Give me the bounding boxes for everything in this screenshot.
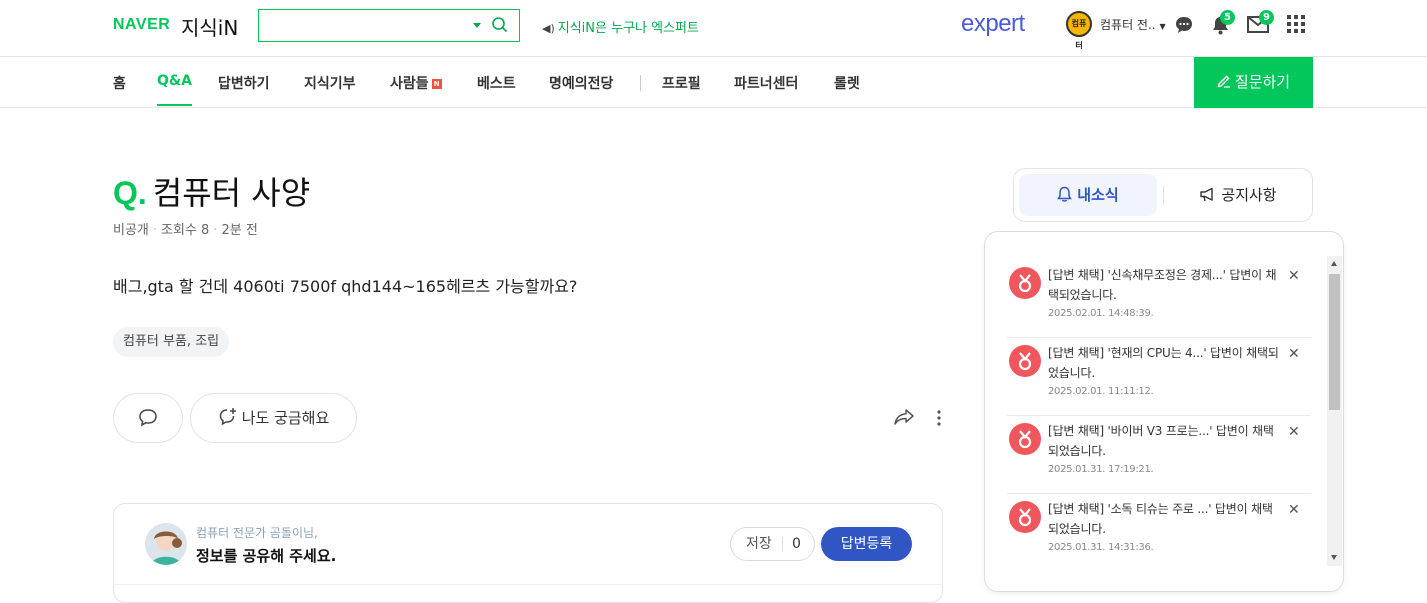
bell-outline-icon (1057, 186, 1073, 202)
save-count: 0 (792, 536, 801, 552)
panel-scrollbar[interactable] (1327, 256, 1342, 566)
nav-best[interactable]: 베스트 (477, 73, 516, 93)
nav-qna[interactable]: Q&A (157, 73, 192, 106)
notice-link[interactable]: ◀) 지식iN은 누구나 엑스퍼트 (542, 17, 699, 36)
main-nav: 홈 Q&A 답변하기 지식기부 사람들 N 베스트 명예의전당 프로필 파트너센터… (0, 57, 1427, 108)
notification-text: [답변 채택] '현재의 CPU는 4...' 답변이 채택되었습니다. (1048, 346, 1279, 380)
notification-item[interactable]: [답변 채택] '소독 티슈는 주로 ...' 답변이 채택되었습니다. 202… (1007, 494, 1305, 572)
tab-my-news[interactable]: 내소식 (1019, 174, 1157, 216)
new-badge: N (431, 79, 442, 89)
submit-answer-button[interactable]: 답변등록 (821, 527, 912, 561)
question-meta: 비공개 · 조회수 8 · 2분 전 (113, 223, 258, 238)
comment-icon (139, 409, 157, 427)
card-divider (114, 584, 942, 585)
username-text: 컴퓨터 전.. (1100, 18, 1156, 32)
question-views: 조회수 8 (161, 223, 210, 238)
nav-people[interactable]: 사람들 N (390, 73, 442, 93)
comment-button[interactable] (113, 393, 183, 443)
kin-logo[interactable]: 지식iN (181, 12, 238, 41)
notification-item[interactable]: [답변 채택] '바이버 V3 프로는...' 답변이 채택되었습니다. 202… (1007, 416, 1311, 494)
notification-text: [답변 채택] '바이버 V3 프로는...' 답변이 채택되었습니다. (1048, 424, 1274, 458)
notification-time: 2025.02.01. 14:48:39. (1048, 308, 1154, 319)
notice-text: 지식iN은 누구나 엑스퍼트 (557, 21, 699, 36)
nav-home[interactable]: 홈 (113, 73, 126, 93)
tab-my-news-label: 내소식 (1077, 186, 1119, 204)
pencil-icon (1217, 75, 1230, 88)
megaphone-icon (1200, 187, 1214, 202)
answer-prompt-card: 컴퓨터 전문가 곰돌이님, 정보를 공유해 주세요. 저장 0 답변등록 (113, 503, 943, 603)
chat-icon[interactable] (1174, 15, 1194, 39)
answer-prompt-text: 정보를 공유해 주세요. (196, 547, 337, 565)
answer-prompt-subtitle: 컴퓨터 전문가 곰돌이님, (196, 526, 318, 540)
category-tag[interactable]: 컴퓨터 부품, 조립 (113, 327, 230, 357)
search-box (258, 9, 520, 42)
curious-label: 나도 궁금해요 (241, 409, 330, 427)
more-options-icon[interactable] (936, 410, 942, 430)
expert-avatar (145, 523, 187, 565)
close-icon[interactable]: ✕ (1288, 502, 1300, 518)
notification-item[interactable]: [답변 채택] '신속채무조정은 경제...' 답변이 채택되었습니다. 202… (1007, 260, 1311, 338)
adopted-answer-icon (1009, 267, 1041, 299)
adopted-answer-icon (1009, 501, 1041, 533)
username-menu[interactable]: 컴퓨터 전.. ▼ (1100, 16, 1166, 33)
side-tabs: 내소식 공지사항 (1013, 168, 1313, 222)
save-label: 저장 (746, 536, 772, 552)
question-title: Q. 컴퓨터 사양 (113, 168, 310, 214)
ask-button-label: 질문하기 (1234, 73, 1291, 91)
adopted-answer-icon (1009, 423, 1041, 455)
curious-button[interactable]: 나도 궁금해요 (190, 393, 357, 443)
notification-text: [답변 채택] '신속채무조정은 경제...' 답변이 채택되었습니다. (1048, 268, 1277, 302)
speaker-icon: ◀) (542, 22, 555, 35)
close-icon[interactable]: ✕ (1288, 424, 1300, 440)
tab-notice[interactable]: 공지사항 (1169, 174, 1307, 216)
nav-divider (640, 75, 641, 91)
chevron-down-icon: ▼ (1159, 22, 1166, 31)
q-mark: Q. (113, 175, 147, 211)
user-avatar[interactable]: 컴퓨터 (1066, 11, 1092, 50)
notification-item[interactable]: [답변 채택] '현재의 CPU는 4...' 답변이 채택되었습니다. 202… (1007, 338, 1311, 416)
alarm-count-badge: 5 (1220, 10, 1235, 25)
scroll-down-icon[interactable] (1331, 555, 1337, 560)
question-title-text: 컴퓨터 사양 (152, 174, 311, 212)
close-icon[interactable]: ✕ (1288, 268, 1300, 284)
ask-question-button[interactable]: 질문하기 (1194, 57, 1313, 108)
naver-logo[interactable]: NAVER (113, 16, 170, 34)
nav-hall-of-fame[interactable]: 명예의전당 (549, 73, 613, 93)
share-icon[interactable] (893, 408, 915, 430)
nav-answer[interactable]: 답변하기 (218, 73, 270, 93)
search-dropdown-icon[interactable] (473, 23, 481, 28)
search-input[interactable] (265, 14, 465, 36)
nav-people-label: 사람들 (390, 76, 429, 92)
notification-text: [답변 채택] '소독 티슈는 주로 ...' 답변이 채택되었습니다. (1048, 502, 1273, 536)
notification-time: 2025.01.31. 17:19:21. (1048, 464, 1154, 475)
tab-notice-label: 공지사항 (1221, 186, 1277, 204)
top-bar: NAVER 지식iN ◀) 지식iN은 누구나 엑스퍼트 expert 컴퓨터 컴… (0, 0, 1427, 57)
expert-logo[interactable]: expert (961, 10, 1025, 38)
add-bubble-icon (219, 408, 236, 426)
question-visibility: 비공개 (113, 223, 149, 238)
question-body: 배그,gta 할 건데 4060ti 7500f qhd144~165헤르츠 가… (113, 277, 578, 296)
close-icon[interactable]: ✕ (1288, 346, 1300, 362)
nav-roulette[interactable]: 롤렛 (834, 73, 860, 93)
notification-time: 2025.01.31. 14:31:36. (1048, 542, 1154, 553)
nav-profile[interactable]: 프로필 (662, 73, 701, 93)
scroll-thumb[interactable] (1329, 274, 1340, 410)
notification-time: 2025.02.01. 11:11:12. (1048, 386, 1154, 397)
search-icon[interactable] (491, 16, 509, 38)
adopted-answer-icon (1009, 345, 1041, 377)
mail-count-badge: 9 (1259, 10, 1274, 25)
question-time: 2분 전 (221, 223, 258, 238)
notification-panel: [답변 채택] '신속채무조정은 경제...' 답변이 채택되었습니다. 202… (984, 231, 1344, 592)
apps-grid-icon[interactable] (1287, 15, 1305, 37)
nav-donation[interactable]: 지식기부 (304, 73, 356, 93)
scroll-up-icon[interactable] (1331, 261, 1337, 266)
save-button[interactable]: 저장 0 (730, 527, 815, 561)
nav-partner-center[interactable]: 파트너센터 (734, 73, 798, 93)
